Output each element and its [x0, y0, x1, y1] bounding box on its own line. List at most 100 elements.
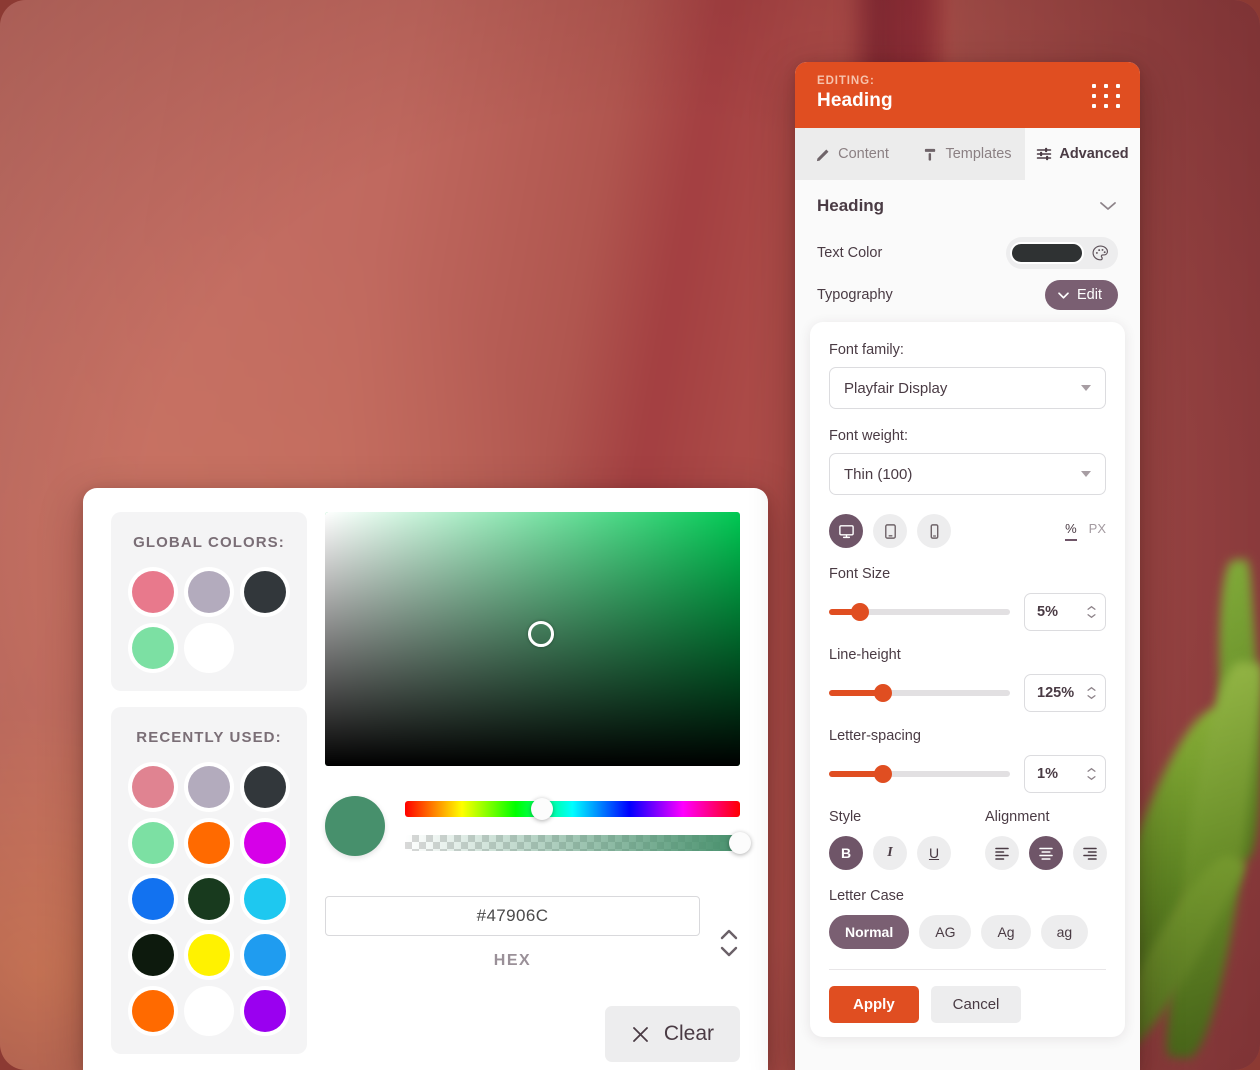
font-family-label: Font family:: [829, 342, 904, 358]
recent-color-swatch[interactable]: [132, 878, 174, 920]
clear-button[interactable]: Clear: [604, 1006, 740, 1062]
tab-content[interactable]: Content: [795, 128, 910, 180]
sv-cursor-handle[interactable]: [527, 620, 554, 647]
underline-button[interactable]: U: [917, 836, 951, 870]
recent-color-swatch[interactable]: [188, 934, 230, 976]
recent-color-swatch[interactable]: [188, 990, 230, 1032]
desktop-icon: [838, 524, 854, 538]
global-color-swatch[interactable]: [244, 571, 286, 613]
recent-color-swatch[interactable]: [244, 990, 286, 1032]
chevron-down-icon[interactable]: [1098, 200, 1118, 212]
letter-spacing-label: Letter-spacing: [829, 728, 921, 744]
hex-format-stepper[interactable]: [718, 928, 740, 958]
recent-color-swatch[interactable]: [132, 822, 174, 864]
font-size-label: Font Size: [829, 566, 891, 582]
align-right-icon: [1083, 847, 1097, 860]
alpha-slider-handle[interactable]: [729, 832, 751, 854]
alignment-buttons: [985, 836, 1107, 870]
editor-header: EDITING: Heading: [795, 62, 1140, 128]
hue-slider[interactable]: [405, 798, 740, 820]
clear-button-label: Clear: [663, 1022, 714, 1045]
letter-case-lowercase-button[interactable]: ag: [1040, 915, 1089, 949]
tablet-icon: [884, 523, 896, 539]
font-weight-select[interactable]: Thin (100): [829, 453, 1106, 495]
sliders: [405, 798, 751, 854]
letter-spacing-stepper[interactable]: 1%: [1024, 755, 1106, 793]
line-height-slider-handle[interactable]: [874, 684, 893, 702]
bold-button[interactable]: B: [829, 836, 863, 870]
device-desktop-button[interactable]: [829, 514, 863, 548]
alignment-label: Alignment: [985, 809, 1050, 825]
editor-tabs: Content Templates Advanced: [795, 128, 1140, 180]
pencil-icon: [817, 149, 829, 161]
global-color-swatch[interactable]: [132, 571, 174, 613]
grid-dots-icon[interactable]: [1092, 84, 1122, 108]
saturation-value-area[interactable]: [325, 512, 740, 766]
line-height-stepper[interactable]: 125%: [1024, 674, 1106, 712]
recent-color-swatch[interactable]: [132, 934, 174, 976]
align-center-button[interactable]: [1029, 836, 1063, 870]
recent-color-swatch[interactable]: [132, 990, 174, 1032]
apply-button[interactable]: Apply: [829, 986, 919, 1023]
align-right-button[interactable]: [1073, 836, 1107, 870]
letter-case-normal-button[interactable]: Normal: [829, 915, 910, 949]
style-alignment-row: Style B I U Alignment: [829, 809, 1107, 870]
typography-label: Typography: [817, 287, 893, 303]
recent-color-swatch[interactable]: [188, 878, 230, 920]
hex-field-wrap: HEX: [325, 896, 700, 970]
stepper-arrows-icon[interactable]: [1086, 605, 1097, 619]
slider-area: [325, 796, 751, 856]
hue-slider-handle[interactable]: [531, 798, 554, 820]
letter-case-capitalize-button[interactable]: Ag: [981, 915, 1031, 949]
section-heading-title: Heading: [817, 196, 885, 215]
recent-color-swatch[interactable]: [188, 766, 230, 808]
alpha-slider[interactable]: [405, 832, 751, 854]
chevron-down-icon: [1081, 385, 1091, 391]
chevron-up-icon: [1087, 767, 1096, 772]
italic-button[interactable]: I: [873, 836, 907, 870]
stepper-arrows-icon[interactable]: [1086, 686, 1097, 700]
text-color-label: Text Color: [817, 245, 883, 261]
cancel-button[interactable]: Cancel: [930, 986, 1022, 1023]
recently-used-card: RECENTLY USED:: [111, 707, 307, 1054]
font-size-slider[interactable]: [829, 603, 1010, 621]
font-size-stepper[interactable]: 5%: [1024, 593, 1106, 631]
letter-spacing-slider-handle[interactable]: [874, 765, 893, 783]
recent-color-swatch[interactable]: [188, 822, 230, 864]
global-color-swatch[interactable]: [188, 571, 230, 613]
unit-px[interactable]: PX: [1089, 521, 1106, 541]
chevron-down-icon: [1087, 776, 1096, 781]
font-size-slider-handle[interactable]: [850, 603, 869, 621]
recent-color-swatch[interactable]: [244, 878, 286, 920]
global-color-swatch[interactable]: [188, 627, 230, 669]
recent-color-swatch[interactable]: [244, 934, 286, 976]
font-family-select[interactable]: Playfair Display: [829, 367, 1106, 409]
align-left-button[interactable]: [985, 836, 1019, 870]
section-heading-row[interactable]: Heading: [795, 180, 1140, 232]
text-color-control: [1006, 237, 1118, 269]
letter-spacing-value: 1%: [1037, 766, 1058, 782]
text-color-swatch[interactable]: [1010, 242, 1084, 264]
recent-color-swatch[interactable]: [132, 766, 174, 808]
letter-spacing-slider[interactable]: [829, 765, 1010, 783]
tab-advanced[interactable]: Advanced: [1025, 128, 1140, 180]
align-left-icon: [995, 847, 1009, 860]
device-tablet-button[interactable]: [873, 514, 907, 548]
letter-spacing-group: Letter-spacing 1%: [829, 728, 1106, 793]
hex-input[interactable]: [325, 896, 700, 936]
unit-percent[interactable]: %: [1065, 521, 1077, 541]
line-height-slider[interactable]: [829, 684, 1010, 702]
stepper-arrows-icon[interactable]: [1086, 767, 1097, 781]
tab-templates[interactable]: Templates: [910, 128, 1025, 180]
palette-icon[interactable]: [1088, 241, 1112, 265]
divider: [829, 969, 1106, 970]
typography-edit-button[interactable]: Edit: [1045, 280, 1118, 310]
global-color-swatch[interactable]: [132, 627, 174, 669]
recently-used-title: RECENTLY USED:: [136, 729, 282, 746]
recent-color-swatch[interactable]: [244, 766, 286, 808]
global-colors-title: GLOBAL COLORS:: [133, 534, 285, 551]
font-weight-label: Font weight:: [829, 428, 908, 444]
recent-color-swatch[interactable]: [244, 822, 286, 864]
letter-case-uppercase-button[interactable]: AG: [919, 915, 972, 949]
device-mobile-button[interactable]: [917, 514, 951, 548]
